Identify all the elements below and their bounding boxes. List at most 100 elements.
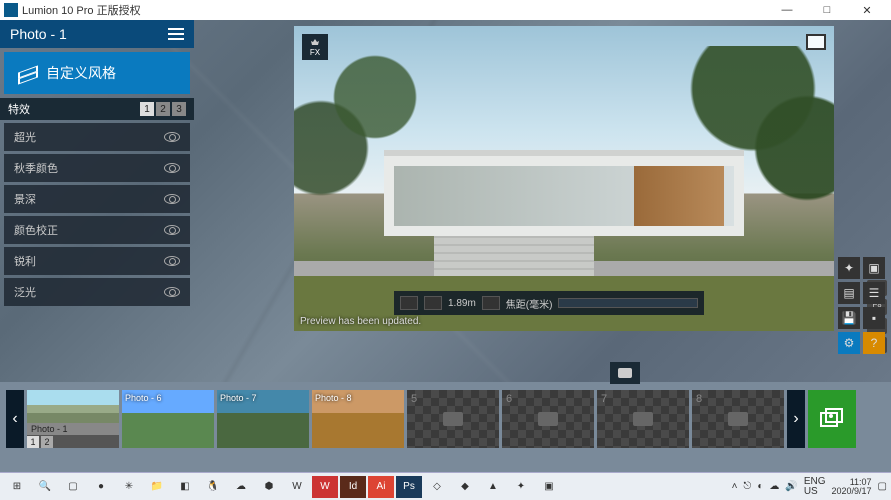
taskbar-app[interactable]: ◧: [172, 476, 198, 498]
help-button[interactable]: ?: [863, 332, 885, 354]
effect-label: 锐利: [14, 253, 36, 269]
effects-pagination[interactable]: 123: [140, 102, 186, 116]
empty-photo-slot[interactable]: 6: [502, 390, 594, 448]
taskbar-app[interactable]: W: [312, 476, 338, 498]
search-icon[interactable]: 🔍: [32, 476, 58, 498]
effect-label: 景深: [14, 191, 36, 207]
visibility-toggle-icon[interactable]: [164, 194, 180, 204]
tray-chevron-icon[interactable]: ˄: [732, 481, 738, 492]
render-viewport[interactable]: FX 1.89m 焦距(毫米) Preview has been updated…: [294, 26, 834, 331]
taskbar-app[interactable]: ◇: [424, 476, 450, 498]
taskbar-app[interactable]: 📁: [144, 476, 170, 498]
tray-icon[interactable]: ◐: [757, 481, 763, 492]
system-tray[interactable]: ˄ ⎋ ◐ ☁ 🔊 ENG US 11:07 2020/9/17 ▢: [732, 477, 887, 497]
scene-steps: [434, 236, 594, 276]
focus-slider[interactable]: [558, 298, 698, 308]
tray-icon[interactable]: ☁: [769, 481, 779, 492]
disk-tool-icon[interactable]: ▪: [863, 307, 885, 329]
taskbar-app[interactable]: ☁: [228, 476, 254, 498]
fx-badge[interactable]: FX: [302, 34, 328, 60]
taskbar-app[interactable]: Id: [340, 476, 366, 498]
empty-photo-slot[interactable]: 5: [407, 390, 499, 448]
taskbar-app[interactable]: ◆: [452, 476, 478, 498]
dropdown-icon[interactable]: [482, 296, 500, 310]
effect-row[interactable]: 锐利: [4, 247, 190, 275]
status-text: Preview has been updated.: [300, 316, 421, 327]
photo-thumb[interactable]: Photo - 7: [217, 390, 309, 448]
taskbar-app[interactable]: W: [284, 476, 310, 498]
prev-thumbs-button[interactable]: ‹: [6, 390, 24, 448]
notification-icon[interactable]: ▢: [878, 481, 887, 492]
thumb-pages[interactable]: 12: [27, 436, 119, 448]
distance-value: 1.89m: [448, 298, 476, 309]
taskbar-app[interactable]: ▣: [536, 476, 562, 498]
taskbar-app[interactable]: Ps: [396, 476, 422, 498]
active-slot-indicator-icon: [610, 362, 640, 384]
effect-row[interactable]: 超光: [4, 123, 190, 151]
effect-label: 超光: [14, 129, 36, 145]
effect-row[interactable]: 景深: [4, 185, 190, 213]
effects-panel: Photo - 1 自定义风格 特效 123 超光秋季颜色景深颜色校正锐利泛光: [0, 20, 194, 382]
next-thumbs-button[interactable]: ›: [787, 390, 805, 448]
visibility-toggle-icon[interactable]: [164, 132, 180, 142]
effect-row[interactable]: 秋季颜色: [4, 154, 190, 182]
camera-toolbar[interactable]: 1.89m 焦距(毫米): [394, 291, 704, 315]
empty-photo-slot[interactable]: 7: [597, 390, 689, 448]
windows-taskbar[interactable]: ⊞ 🔍 ▢ ● ✳ 📁 ◧ 🐧 ☁ ⬢ W W Id Ai Ps ◇ ◆ ▲ ✦…: [0, 472, 891, 500]
effect-row[interactable]: 泛光: [4, 278, 190, 306]
taskview-icon[interactable]: ▢: [60, 476, 86, 498]
close-button[interactable]: ✕: [847, 4, 887, 17]
settings-button[interactable]: ⚙: [838, 332, 860, 354]
empty-photo-slot[interactable]: 8: [692, 390, 784, 448]
taskbar-app[interactable]: ⬢: [256, 476, 282, 498]
video-icon[interactable]: [424, 296, 442, 310]
person-tool-icon[interactable]: ✦: [838, 257, 860, 279]
custom-style-button[interactable]: 自定义风格: [4, 52, 190, 94]
effects-header: 特效 123: [0, 98, 194, 120]
effects-page-3[interactable]: 3: [172, 102, 186, 116]
start-button[interactable]: ⊞: [4, 476, 30, 498]
minimize-button[interactable]: —: [767, 4, 807, 16]
visibility-toggle-icon[interactable]: [164, 163, 180, 173]
layers-icon: [16, 63, 36, 83]
effect-label: 颜色校正: [14, 222, 58, 238]
photo-header[interactable]: Photo - 1: [0, 20, 194, 48]
photo-thumbnail-strip: ‹ Photo - 112Photo - 6Photo - 7Photo - 8…: [0, 382, 891, 472]
effect-label: 泛光: [14, 284, 36, 300]
taskbar-app[interactable]: ●: [88, 476, 114, 498]
camera-icon[interactable]: [400, 296, 418, 310]
photo-header-label: Photo - 1: [10, 26, 67, 42]
taskbar-app[interactable]: ✳: [116, 476, 142, 498]
taskbar-app[interactable]: Ai: [368, 476, 394, 498]
effects-label: 特效: [8, 101, 30, 117]
taskbar-app[interactable]: ▲: [480, 476, 506, 498]
right-toolbar: ✦ ▣ ▤ ☰ 💾 ▪ ⚙ ?: [838, 257, 885, 354]
app-icon: [4, 3, 18, 17]
maximize-button[interactable]: □: [807, 4, 847, 16]
movie-tool-icon[interactable]: ▤: [838, 282, 860, 304]
window-titlebar: Lumion 10 Pro 正版授权 — □ ✕: [0, 0, 891, 20]
frame-icon[interactable]: [806, 34, 826, 50]
taskbar-app[interactable]: 🐧: [200, 476, 226, 498]
scene-building: [384, 156, 744, 236]
thumb-caption: Photo - 1: [27, 423, 119, 435]
taskbar-app[interactable]: ✦: [508, 476, 534, 498]
effect-row[interactable]: 颜色校正: [4, 216, 190, 244]
camera-tool-icon[interactable]: ▣: [863, 257, 885, 279]
tray-icon[interactable]: 🔊: [785, 481, 797, 492]
visibility-toggle-icon[interactable]: [164, 287, 180, 297]
viewport-area: FX 1.89m 焦距(毫米) Preview has been updated…: [194, 20, 891, 382]
save-tool-icon[interactable]: 💾: [838, 307, 860, 329]
tray-icon[interactable]: ⎋: [743, 481, 751, 492]
effects-page-1[interactable]: 1: [140, 102, 154, 116]
visibility-toggle-icon[interactable]: [164, 225, 180, 235]
photo-thumb[interactable]: Photo - 6: [122, 390, 214, 448]
photo-thumb[interactable]: Photo - 8: [312, 390, 404, 448]
effects-page-2[interactable]: 2: [156, 102, 170, 116]
photo-thumb[interactable]: [27, 390, 119, 423]
clock-date: 2020/9/17: [832, 487, 872, 496]
film-tool-icon[interactable]: ☰: [863, 282, 885, 304]
visibility-toggle-icon[interactable]: [164, 256, 180, 266]
render-photo-button[interactable]: [808, 390, 856, 448]
menu-icon[interactable]: [168, 28, 184, 40]
